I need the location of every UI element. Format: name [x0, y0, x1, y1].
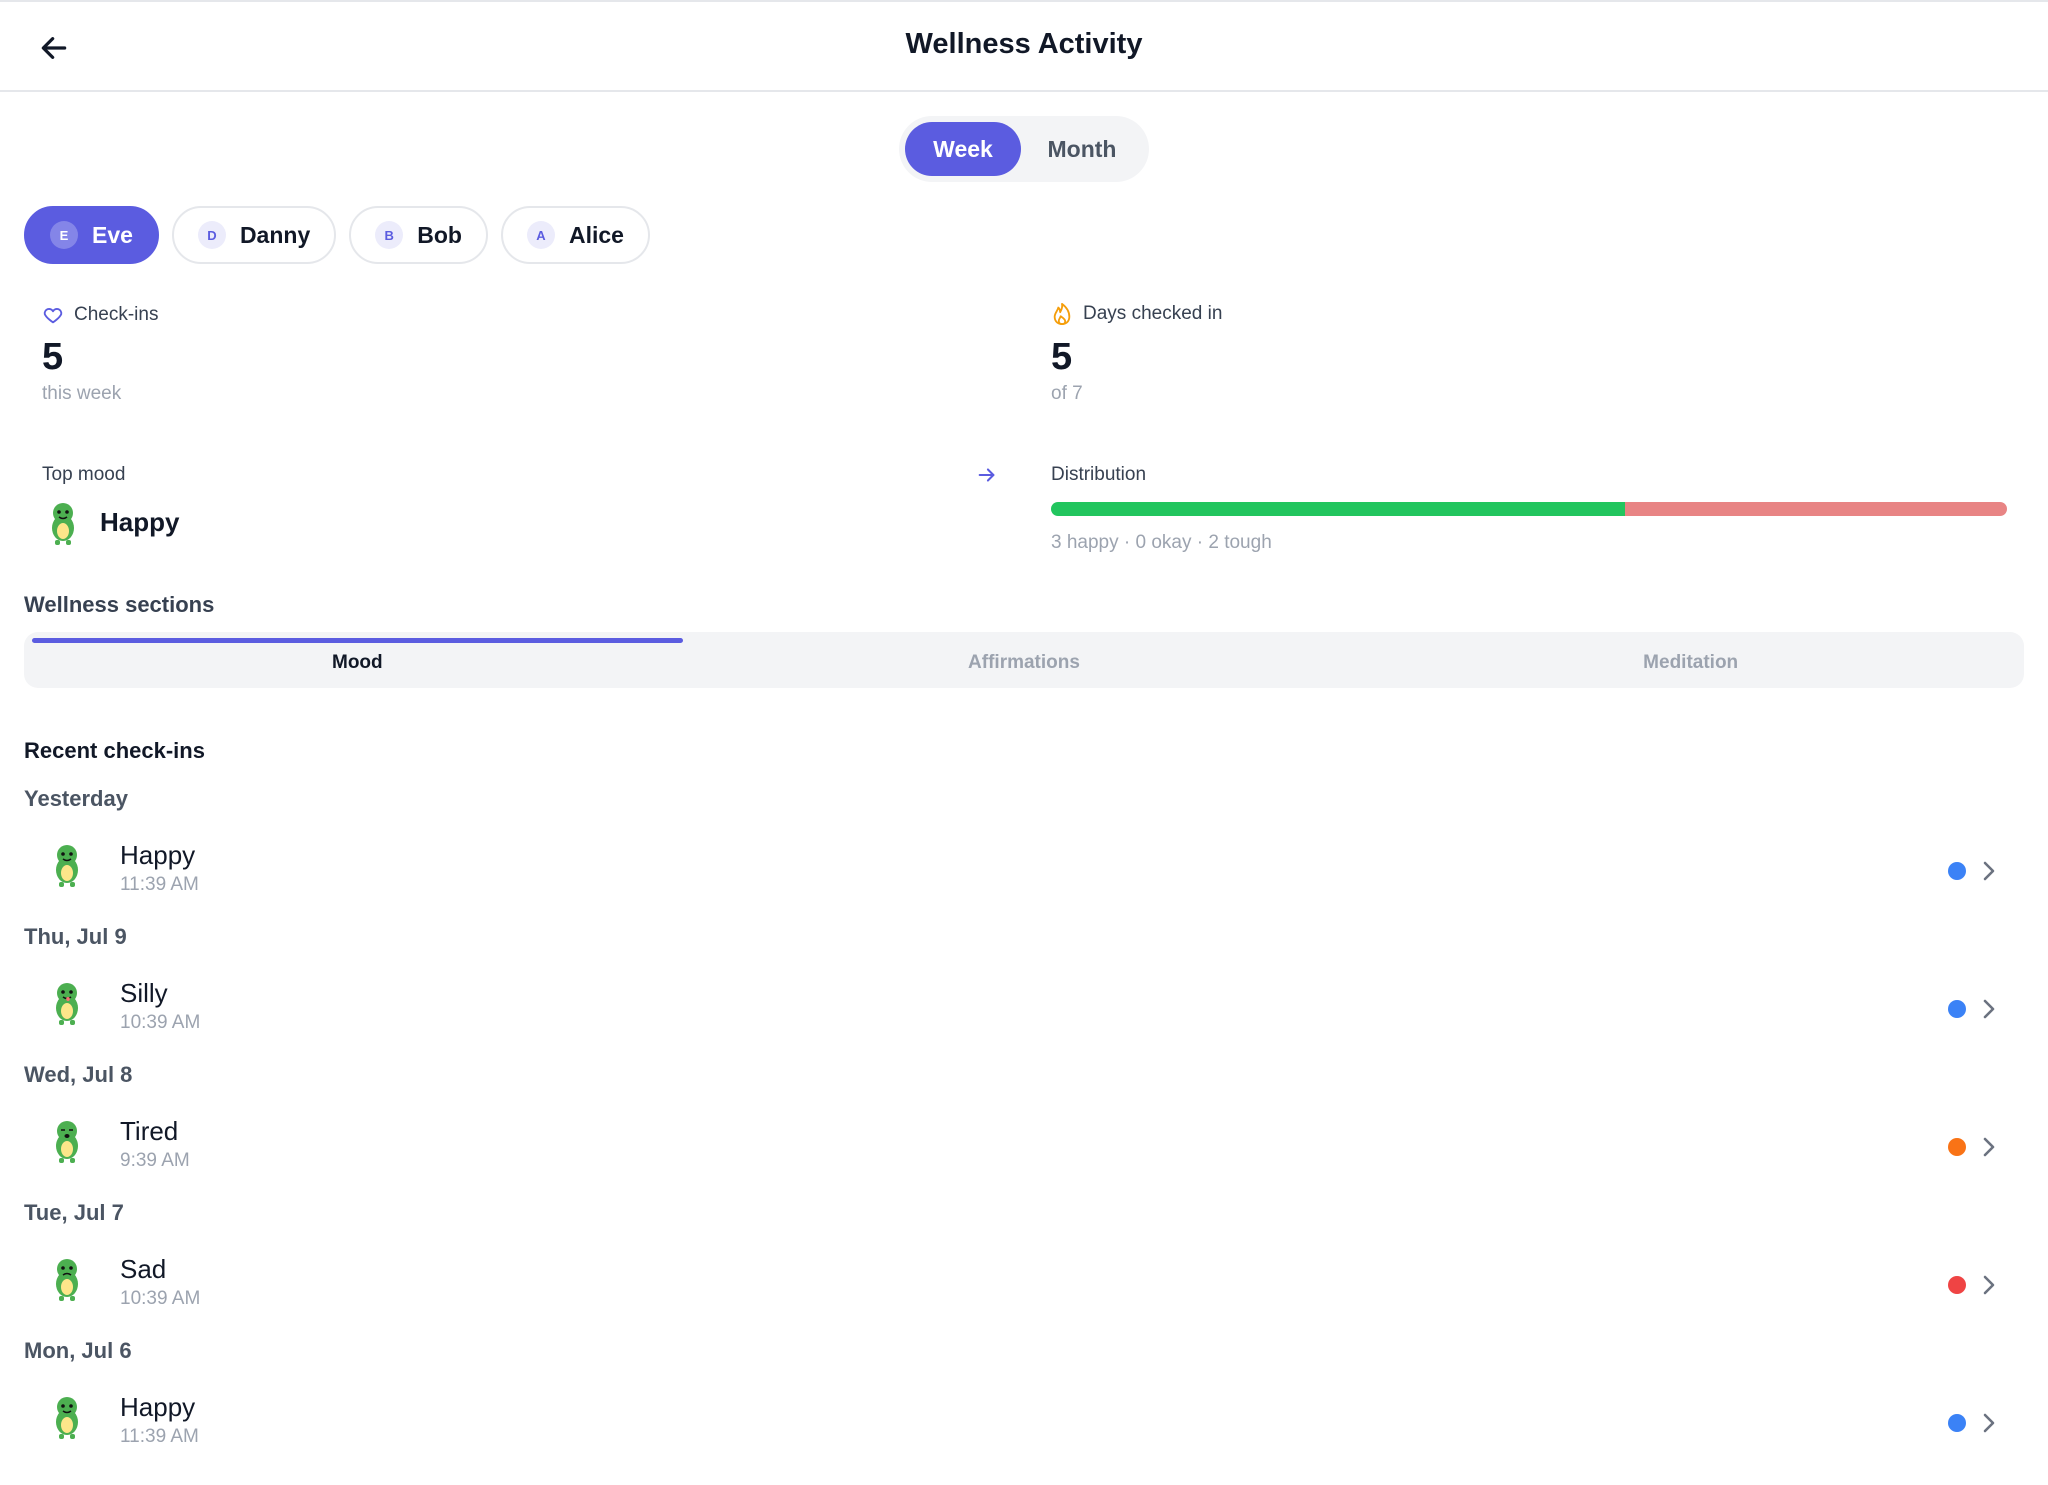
days-label: Days checked in: [1083, 303, 1223, 324]
top-mood-value: Happy: [100, 506, 180, 537]
dino-silly-icon: [46, 978, 98, 1038]
dino-happy-icon: [46, 840, 98, 900]
checkins-sub: this week: [42, 383, 122, 404]
chevron-right-icon: [1983, 999, 1995, 1019]
chevron-right-icon: [1983, 1413, 1995, 1433]
checkin-mood: Happy: [120, 840, 196, 870]
dino-happy-icon: [52, 503, 74, 545]
user-name: Danny: [239, 221, 311, 248]
user-chip-eve[interactable]: E Eve: [24, 206, 159, 264]
user-name: Eve: [92, 221, 133, 248]
tab-affirmations[interactable]: Affirmations: [691, 632, 1358, 688]
dino-tired-icon: [46, 1116, 98, 1176]
chevron-right-icon: [1983, 1275, 1995, 1295]
day-header: Wed, Jul 8: [24, 1062, 133, 1087]
day-header: Mon, Jul 6: [24, 1338, 132, 1363]
user-name: Alice: [568, 221, 624, 248]
avatar: E: [50, 221, 78, 249]
mood-dot: [1948, 1414, 1966, 1432]
tab-mood[interactable]: Mood: [24, 632, 691, 688]
mood-dot: [1948, 1276, 1966, 1294]
flame-icon: [1053, 302, 1071, 325]
distribution-segment-happy: [1051, 502, 1625, 516]
sections-title: Wellness sections: [24, 592, 215, 617]
day-header: Thu, Jul 9: [24, 924, 127, 949]
chevron-right-icon: [1983, 861, 1995, 881]
user-chip-alice[interactable]: A Alice: [500, 206, 650, 264]
heart-icon: [43, 308, 63, 324]
days-stat: Days checked in 5 of 7: [1051, 302, 1222, 405]
checkin-time: 11:39 AM: [120, 874, 199, 895]
checkin-mood: Sad: [120, 1254, 167, 1284]
avatar: B: [375, 221, 404, 249]
distribution-label: Distribution: [1051, 464, 1147, 485]
checkin-row[interactable]: Happy 11:39 AM: [0, 822, 2048, 922]
user-chip-danny[interactable]: D Danny: [171, 206, 337, 264]
recent-checkins-title: Recent check-ins: [24, 738, 205, 763]
distribution-bar: [1051, 502, 2007, 516]
tab-meditation[interactable]: Meditation: [1357, 632, 2024, 688]
checkin-mood: Happy: [120, 1392, 196, 1422]
top-bar: Wellness Activity: [0, 0, 2048, 92]
mood-dot: [1948, 1138, 1966, 1156]
week-toggle-button[interactable]: Week: [905, 122, 1021, 176]
day-header: Tue, Jul 7: [24, 1200, 124, 1225]
checkin-mood: Tired: [120, 1116, 179, 1146]
avatar: A: [526, 221, 555, 249]
checkin-mood: Silly: [120, 978, 168, 1008]
day-header: Yesterday: [24, 786, 128, 811]
days-value: 5: [1051, 336, 1073, 378]
distribution-summary: 3 happy · 0 okay · 2 tough: [1051, 532, 1272, 553]
checkin-row[interactable]: Tired 9:39 AM: [0, 1098, 2048, 1198]
arrow-right-icon: [978, 468, 995, 482]
mood-dot: [1948, 862, 1966, 880]
distribution-segment-tough: [1624, 502, 2007, 516]
checkin-time: 10:39 AM: [120, 1288, 201, 1309]
checkins-label: Check-ins: [74, 304, 159, 325]
checkin-row[interactable]: Happy 11:39 AM: [0, 1374, 2048, 1474]
checkins-stat: Check-ins 5 this week: [42, 304, 158, 405]
user-selector: E Eve D Danny B Bob A Alice: [24, 206, 650, 264]
sections-tabs: Mood Affirmations Meditation: [24, 632, 2024, 688]
checkin-time: 9:39 AM: [120, 1150, 190, 1171]
user-chip-bob[interactable]: B Bob: [349, 206, 488, 264]
avatar: D: [197, 221, 226, 249]
checkin-time: 10:39 AM: [120, 1012, 201, 1033]
checkin-time: 11:39 AM: [120, 1426, 199, 1447]
mood-dot: [1948, 1000, 1966, 1018]
month-toggle-button[interactable]: Month: [1021, 122, 1143, 176]
top-mood-arrow[interactable]: [976, 464, 1000, 488]
dino-happy-icon: [46, 1392, 98, 1452]
days-sub: of 7: [1051, 383, 1083, 404]
user-name: Bob: [417, 221, 462, 248]
top-mood-label: Top mood: [42, 464, 126, 485]
chevron-right-icon: [1983, 1137, 1995, 1157]
top-mood-stat: Top mood Happy: [42, 464, 179, 546]
checkins-value: 5: [42, 336, 64, 378]
checkin-row[interactable]: Sad 10:39 AM: [0, 1236, 2048, 1336]
checkin-row[interactable]: Silly 10:39 AM: [0, 960, 2048, 1060]
dino-sad-icon: [46, 1254, 98, 1314]
period-toggle: Week Month: [899, 116, 1149, 182]
page-title: Wellness Activity: [905, 28, 1143, 60]
distribution-stat: Distribution 3 happy · 0 okay · 2 tough: [1051, 464, 2007, 554]
